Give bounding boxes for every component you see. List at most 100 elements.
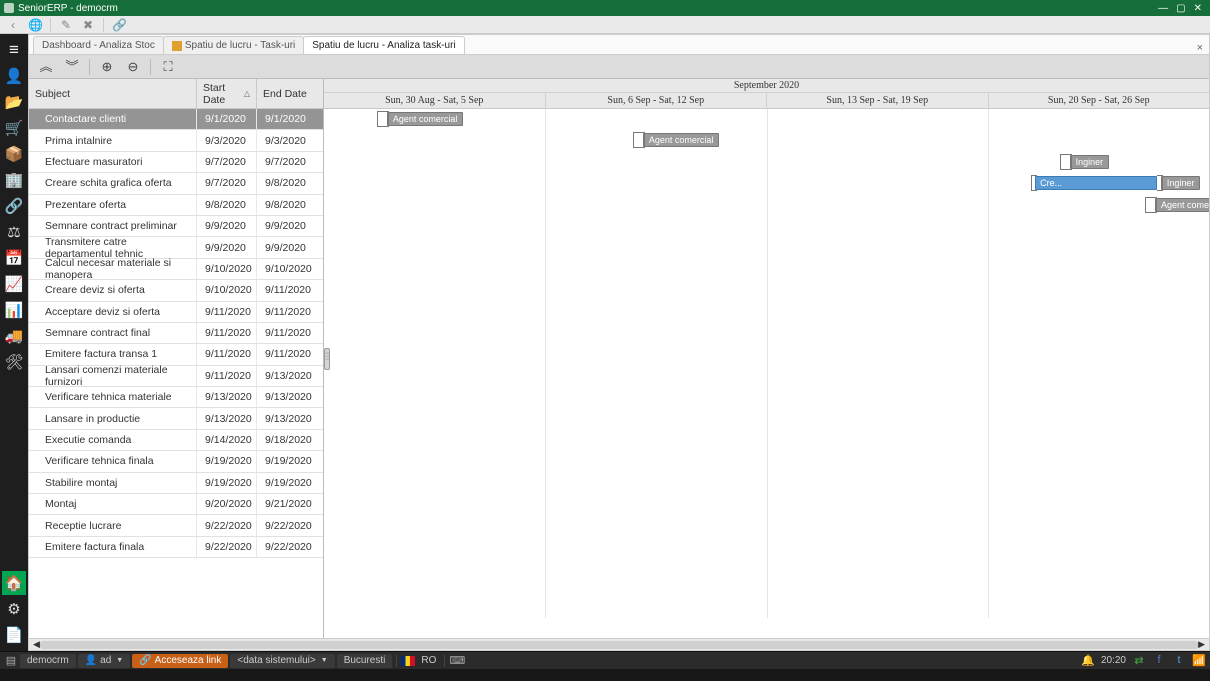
gantt-horizontal-scrollbar[interactable]: ◀ ▶ (29, 638, 1209, 650)
window-title: SeniorERP - democrm (18, 3, 118, 14)
maximize-icon[interactable]: ▢ (1176, 3, 1185, 14)
gantt-bar[interactable]: Cre... (1035, 176, 1157, 190)
timeline-week: Sun, 13 Sep - Sat, 19 Sep (767, 93, 989, 109)
gantt-row: Agent comercial (324, 130, 1209, 151)
rail-settings-icon[interactable]: ⚙ (2, 597, 26, 621)
table-row[interactable]: Prima intalnire9/3/20209/3/2020 (29, 130, 323, 151)
rail-bars-icon[interactable]: 📊 (2, 298, 26, 322)
title-bar: SeniorERP - democrm — ▢ ✕ (0, 0, 1210, 16)
status-bar: ▤ democrm 👤 ad▼ 🔗 Acceseaza link <data s… (0, 651, 1210, 669)
rail-balance-icon[interactable]: ⚖ (2, 220, 26, 244)
zoom-in-icon[interactable]: ⊕ (98, 58, 116, 76)
task-subject: Semnare contract preliminar (29, 216, 197, 236)
tab[interactable]: Dashboard - Analiza Stoc (33, 36, 164, 54)
menu-icon[interactable]: ≡ (2, 38, 26, 62)
minimize-icon[interactable]: — (1158, 3, 1168, 14)
back-icon[interactable]: ‹ (6, 18, 20, 32)
table-row[interactable]: Prezentare oferta9/8/20209/8/2020 (29, 195, 323, 216)
sb-lang[interactable]: RO (417, 655, 440, 666)
sb-bell-icon[interactable]: 🔔 (1081, 654, 1095, 668)
table-row[interactable]: Receptie lucrare9/22/20209/22/2020 (29, 515, 323, 536)
fullscreen-icon[interactable]: ⛶ (159, 58, 177, 76)
gantt-row: Inginer (324, 259, 1209, 280)
col-end-date[interactable]: End Date (257, 79, 323, 108)
gantt-row: Agent comercial (324, 237, 1209, 258)
gantt-timeline: September 2020 Sun, 30 Aug - Sat, 5 SepS… (324, 79, 1209, 638)
expand-down-icon[interactable]: ︾ (63, 58, 81, 76)
table-row[interactable]: Emitere factura finala9/22/20209/22/2020 (29, 537, 323, 558)
sb-facebook-icon[interactable]: f (1152, 654, 1166, 668)
delete-icon[interactable]: ✖ (81, 18, 95, 32)
sb-location[interactable]: Bucuresti (337, 654, 393, 668)
task-subject: Calcul necesar materiale si manopera (29, 259, 197, 279)
rail-user-icon[interactable]: 👤 (2, 64, 26, 88)
table-row[interactable]: Verificare tehnica materiale9/13/20209/1… (29, 387, 323, 408)
table-row[interactable]: Transmitere catre departamentul tehnic9/… (29, 237, 323, 258)
sb-app-icon[interactable]: ▤ (4, 654, 18, 668)
table-row[interactable]: Semnare contract preliminar9/9/20209/9/2… (29, 216, 323, 237)
splitter-handle[interactable]: ········· (324, 348, 330, 370)
zoom-out-icon[interactable]: ⊖ (124, 58, 142, 76)
table-row[interactable]: Verificare tehnica finala9/19/20209/19/2… (29, 451, 323, 472)
col-start-date[interactable]: Start Date△ (197, 79, 257, 108)
tab[interactable]: Spatiu de lucru - Task-uri (163, 36, 304, 54)
task-start: 9/3/2020 (197, 130, 257, 150)
collapse-up-icon[interactable]: ︽ (37, 58, 55, 76)
task-end: 9/10/2020 (257, 259, 323, 279)
table-row[interactable]: Calcul necesar materiale si manopera 9/10… (29, 259, 323, 280)
rail-product-icon[interactable]: 📦 (2, 142, 26, 166)
close-icon[interactable]: ✕ (1194, 3, 1202, 14)
table-row[interactable]: Semnare contract final9/11/20209/11/2020 (29, 323, 323, 344)
rail-calendar-icon[interactable]: 📅 (2, 246, 26, 270)
rail-tool-icon[interactable]: 🛠 (2, 350, 26, 374)
task-subject: Creare deviz si oferta (29, 280, 197, 300)
link-icon[interactable]: 🔗 (112, 18, 126, 32)
task-end: 9/11/2020 (257, 280, 323, 300)
task-subject: Lansari comenzi materiale furnizori (29, 366, 197, 386)
task-subject: Verificare tehnica finala (29, 451, 197, 471)
table-row[interactable]: Stabilire montaj9/19/20209/19/2020 (29, 473, 323, 494)
table-row[interactable]: Montaj9/20/20209/21/2020 (29, 494, 323, 515)
table-row[interactable]: Lansari comenzi materiale furnizori9/11/… (29, 366, 323, 387)
table-row[interactable]: Emitere factura transa 19/11/20209/11/20… (29, 344, 323, 365)
sb-keyboard-icon[interactable]: ⌨ (449, 654, 463, 668)
table-row[interactable]: Executie comanda9/14/20209/18/2020 (29, 430, 323, 451)
rail-cart-icon[interactable]: 🛒 (2, 116, 26, 140)
table-row[interactable]: Acceptare deviz si oferta9/11/20209/11/2… (29, 302, 323, 323)
gantt-row: Cre...Inginer (324, 173, 1209, 194)
tab[interactable]: Spatiu de lucru - Analiza task-uri (303, 36, 464, 54)
task-subject: Creare schita grafica oferta (29, 173, 197, 193)
gantt-row: Agent comercial (324, 473, 1209, 494)
sb-access-link[interactable]: 🔗 Acceseaza link (132, 654, 228, 668)
sb-date[interactable]: <data sistemului>▼ (230, 654, 334, 668)
rail-chain-icon[interactable]: 🔗 (2, 194, 26, 218)
task-start: 9/9/2020 (197, 237, 257, 257)
rail-chart-icon[interactable]: 📈 (2, 272, 26, 296)
tab-label: Spatiu de lucru - Analiza task-uri (312, 40, 455, 51)
sb-user[interactable]: 👤 ad▼ (78, 654, 131, 668)
table-row[interactable]: Lansare in productie9/13/20209/13/2020 (29, 408, 323, 429)
task-subject: Efectuare masuratori (29, 152, 197, 172)
rail-home-icon[interactable]: 🏠 (2, 571, 26, 595)
rail-building-icon[interactable]: 🏢 (2, 168, 26, 192)
table-row[interactable]: Efectuare masuratori9/7/20209/7/2020 (29, 152, 323, 173)
sb-twitter-icon[interactable]: t (1172, 654, 1186, 668)
sb-rss-icon[interactable]: 📶 (1192, 654, 1206, 668)
task-end: 9/11/2020 (257, 323, 323, 343)
tab-close-icon[interactable]: × (1191, 42, 1209, 54)
table-row[interactable]: Contactare clienti9/1/20209/1/2020 (29, 109, 323, 130)
col-subject[interactable]: Subject (29, 79, 197, 108)
rail-truck-icon[interactable]: 🚚 (2, 324, 26, 348)
table-row[interactable]: Creare schita grafica oferta9/7/20209/8/… (29, 173, 323, 194)
rail-folder-icon[interactable]: 📂 (2, 90, 26, 114)
table-row[interactable]: Creare deviz si oferta9/10/20209/11/2020 (29, 280, 323, 301)
edit-icon[interactable]: ✎ (59, 18, 73, 32)
rail-report-icon[interactable]: 📄 (2, 623, 26, 647)
gantt-row: Agent comercial (324, 195, 1209, 216)
globe-icon[interactable]: 🌐 (28, 18, 42, 32)
sb-share-icon[interactable]: ⇄ (1132, 654, 1146, 668)
task-subject: Stabilire montaj (29, 473, 197, 493)
task-end: 9/22/2020 (257, 515, 323, 535)
sb-database[interactable]: democrm (20, 654, 76, 668)
task-subject: Prima intalnire (29, 130, 197, 150)
